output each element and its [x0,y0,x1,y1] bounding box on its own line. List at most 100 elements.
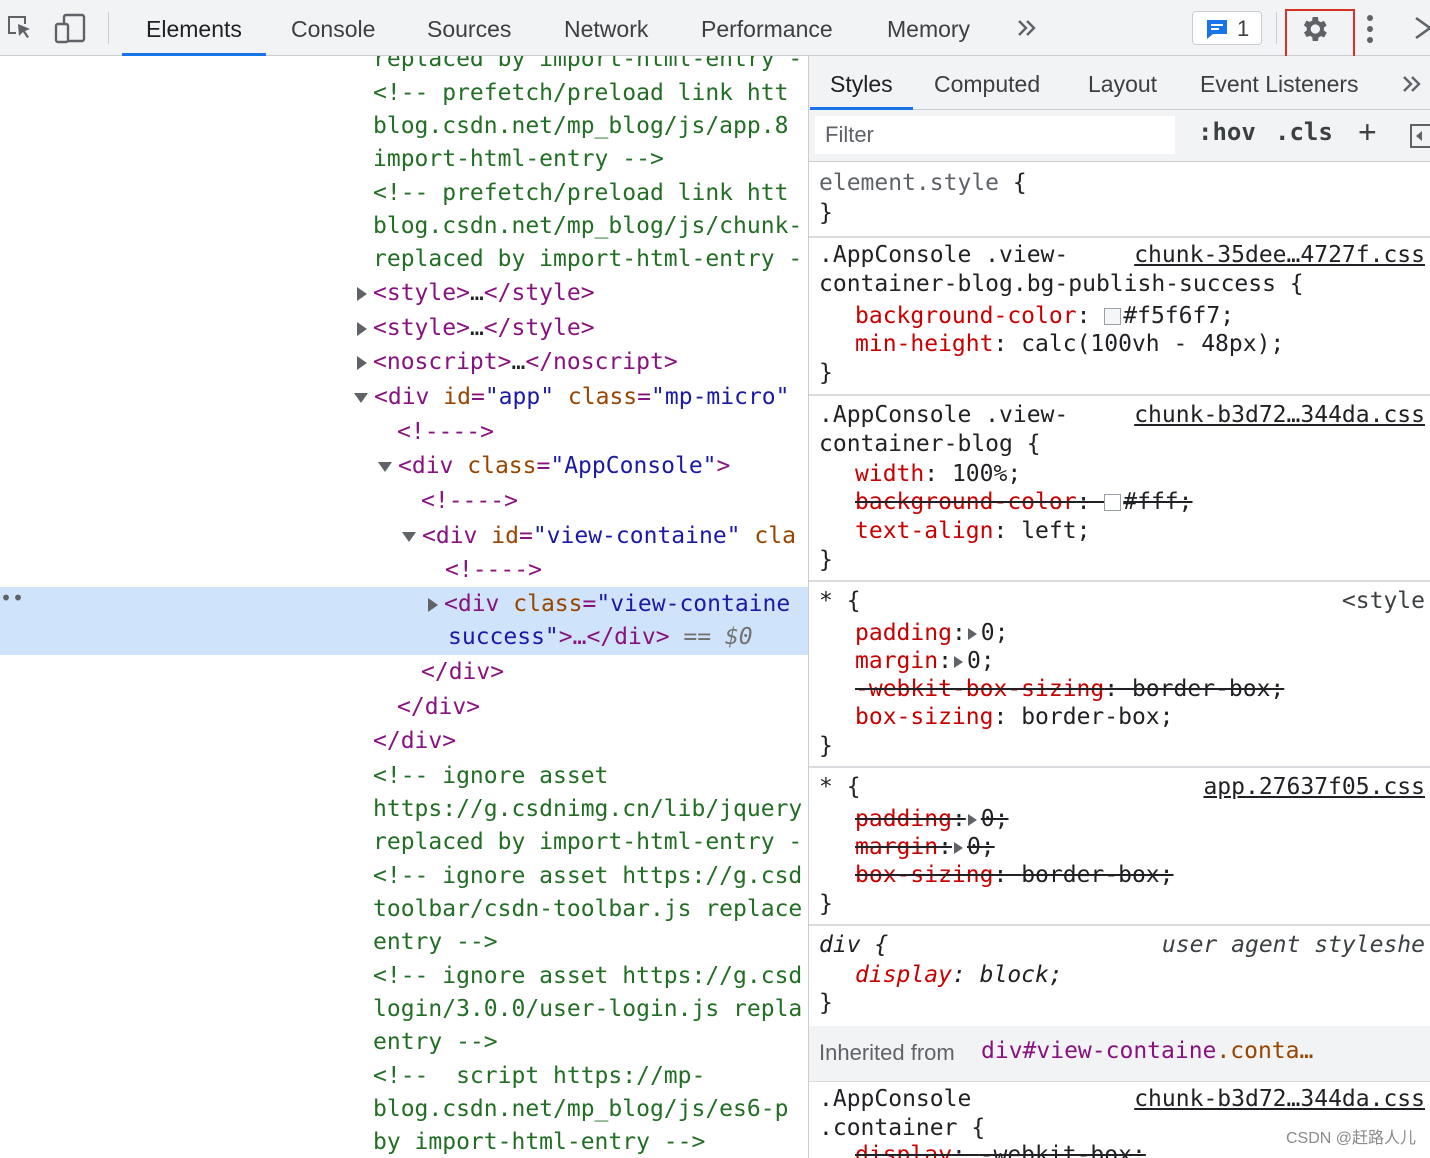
rule-element-style[interactable]: element.style { } [809,162,1430,238]
tab-console[interactable]: Console [291,0,375,56]
rule-universal-app-css[interactable]: * { app.27637f05.css padding: 0; margin: 0… [809,768,1430,926]
tab-network[interactable]: Network [564,0,648,56]
rule-view-container-blog[interactable]: .AppConsole .view- chunk-b3d72…344da.css… [809,396,1430,582]
dom-line[interactable]: <!-- ignore asset https://g.csd [0,959,808,993]
inherited-label: Inherited from [819,1040,955,1065]
tab-layout[interactable]: Layout [1088,56,1157,110]
selected-node-dots-icon[interactable]: •• [0,586,24,610]
color-swatch-icon[interactable] [1104,308,1122,325]
dom-line[interactable]: <!-- script https://mp- [0,1059,808,1093]
inherited-node-link[interactable]: div#view-containe.conta… [981,1038,1313,1064]
dom-line[interactable]: login/3.0.0/user-login.js repla [0,992,808,1026]
hov-toggle-button[interactable]: :hov [1198,118,1256,146]
expand-triangle-icon[interactable] [428,597,438,612]
elements-dom-tree[interactable]: replaced by import-html-entry - <!-- pre… [0,56,808,1158]
rule-universal-style[interactable]: * { <style padding: 0; margin: 0; -webkit-… [809,582,1430,768]
dom-line[interactable]: replaced by import-html-entry - [0,242,808,276]
dom-line-div-view-container[interactable]: <div id="view-containe" cla [0,519,808,553]
dom-line[interactable]: <!-- ignore asset [0,759,808,793]
styles-filter-input[interactable] [815,116,1175,154]
dom-line[interactable]: by import-html-entry --> [0,1125,808,1158]
rule-source-link[interactable]: app.27637f05.css [1203,772,1425,802]
dom-line[interactable]: </div> [0,724,808,758]
style-property-overridden[interactable]: display: -webkit-box; [855,1140,1146,1158]
expand-shorthand-icon[interactable] [967,813,977,826]
tab-event-listeners[interactable]: Event Listeners [1200,56,1359,110]
tab-computed[interactable]: Computed [934,56,1040,110]
dom-line[interactable]: </div> [0,690,808,724]
new-style-rule-button[interactable]: + [1358,114,1377,151]
dom-line-style[interactable]: <style>…</style> [0,311,808,345]
close-icon[interactable] [1414,16,1430,45]
dom-line[interactable]: toolbar/csdn-toolbar.js replace [0,892,808,926]
dom-line-style[interactable]: <style>…</style> [0,276,808,310]
dom-line[interactable]: <!-- prefetch/preload link htt [0,76,808,110]
collapse-triangle-icon[interactable] [402,531,416,542]
dom-line[interactable]: <!-- prefetch/preload link htt [0,176,808,210]
toggle-sidebar-icon[interactable] [1410,124,1430,153]
dom-line[interactable]: <!----> [0,484,808,518]
expand-shorthand-icon[interactable] [967,627,977,640]
chevron-double-right-icon[interactable] [1016,18,1038,43]
dom-line[interactable]: entry --> [0,925,808,959]
dom-line-div-appconsole[interactable]: <div class="AppConsole"> [0,449,808,483]
collapse-triangle-icon[interactable] [354,392,368,403]
style-property-overridden[interactable]: background-color: #fff; [855,487,1193,517]
dom-line[interactable]: <!----> [0,415,808,449]
device-toolbar-icon[interactable] [54,12,88,49]
dom-line[interactable]: replaced by import-html-entry - [0,825,808,859]
tab-elements[interactable]: Elements [122,0,266,56]
tab-sources[interactable]: Sources [427,0,511,56]
rule-source-link[interactable]: chunk-b3d72…344da.css [1134,1084,1425,1114]
dom-line-noscript[interactable]: <noscript>…</noscript> [0,345,808,379]
inherited-from-header: Inherited from div#view-containe.conta… [809,1026,1430,1082]
expand-triangle-icon[interactable] [357,286,367,301]
style-property-overridden[interactable]: padding: 0; [855,804,1009,834]
dom-line-div-app[interactable]: <div id="app" class="mp-micro" [0,380,808,414]
style-property-overridden[interactable]: -webkit-box-sizing: border-box; [855,674,1284,704]
rule-source-link[interactable]: chunk-b3d72…344da.css [1134,400,1425,430]
tab-styles[interactable]: Styles [810,56,913,110]
dom-line-selected-cont[interactable]: success">…</div> == $0 [0,620,808,654]
tab-performance[interactable]: Performance [701,0,833,56]
inspect-element-icon[interactable] [4,12,36,49]
dom-line[interactable]: import-html-entry --> [0,142,808,176]
dom-line[interactable]: <!----> [0,553,808,587]
style-property[interactable]: margin: 0; [855,646,995,676]
dom-line[interactable]: blog.csdn.net/mp_blog/js/chunk- [0,209,808,243]
collapse-triangle-icon[interactable] [378,461,392,472]
dom-line[interactable]: replaced by import-html-entry - [0,56,808,76]
dom-line[interactable]: </div> [0,655,808,689]
expand-shorthand-icon[interactable] [953,841,963,854]
style-property[interactable]: width: 100%; [855,459,1021,489]
rule-source-link[interactable]: <style [1342,586,1425,616]
rule-selector: element.style [819,170,1000,196]
expand-triangle-icon[interactable] [357,321,367,336]
issues-button[interactable]: 1 [1192,11,1262,45]
tab-memory[interactable]: Memory [887,0,970,56]
rule-selector: .AppConsole .view- [819,402,1069,428]
dom-line[interactable]: entry --> [0,1025,808,1059]
chevron-double-right-icon[interactable] [1401,74,1423,99]
style-property[interactable]: background-color: #f5f6f7; [855,301,1234,331]
more-options-icon[interactable] [1364,14,1376,49]
style-property-overridden[interactable]: margin: 0; [855,832,995,862]
expand-triangle-icon[interactable] [357,355,367,370]
dom-line[interactable]: blog.csdn.net/mp_blog/js/app.8 [0,109,808,143]
dom-line[interactable]: https://g.csdnimg.cn/lib/jquery [0,792,808,826]
styles-filter-bar: :hov .cls + [809,110,1430,162]
dom-line[interactable]: <!-- ignore asset https://g.csd [0,859,808,893]
rule-bg-publish-success[interactable]: .AppConsole .view- chunk-35dee…4727f.css… [809,238,1430,396]
style-property-overridden[interactable]: box-sizing: border-box; [855,860,1174,890]
expand-shorthand-icon[interactable] [953,655,963,668]
cls-toggle-button[interactable]: .cls [1275,118,1333,146]
rule-selector: .container { [819,1115,986,1141]
style-property[interactable]: box-sizing: border-box; [855,702,1174,732]
style-property[interactable]: padding: 0; [855,618,1009,648]
style-property[interactable]: min-height: calc(100vh - 48px); [855,329,1284,359]
dom-line[interactable]: blog.csdn.net/mp_blog/js/es6-p [0,1092,808,1126]
rule-user-agent-div[interactable]: div { user agent styleshe display: block… [809,926,1430,1026]
color-swatch-icon[interactable] [1104,494,1122,511]
style-property[interactable]: text-align: left; [855,516,1090,546]
rule-source-link[interactable]: chunk-35dee…4727f.css [1134,240,1425,270]
